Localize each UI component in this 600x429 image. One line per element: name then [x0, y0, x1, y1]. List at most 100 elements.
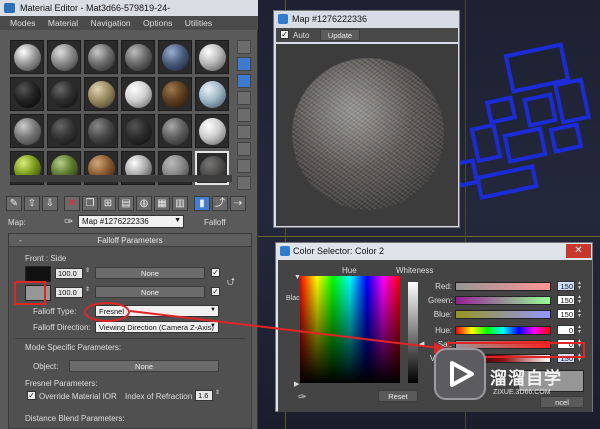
sample-type-button[interactable]	[237, 40, 251, 54]
menu-material[interactable]: Material	[48, 18, 78, 28]
sample-slot[interactable]	[158, 77, 192, 111]
show-shaded-map-icon[interactable]: ▮	[194, 196, 210, 211]
reset-button[interactable]: Reset	[378, 390, 418, 402]
eyedropper-icon[interactable]: ✑	[298, 392, 306, 403]
make-preview-button[interactable]	[237, 125, 251, 139]
spinner-icon[interactable]: ⇕	[215, 389, 220, 396]
background-button[interactable]	[237, 74, 251, 88]
spectrum-marker-icon[interactable]: ▶	[294, 380, 299, 388]
sample-slot[interactable]	[47, 40, 81, 74]
sample-sphere	[162, 44, 189, 71]
eyedropper-icon[interactable]: ✑	[64, 215, 73, 228]
material-navigator-button[interactable]	[237, 176, 251, 190]
close-icon[interactable]: ✕	[566, 244, 591, 258]
spinner-icon[interactable]: ▲ ▼	[577, 281, 583, 291]
sample-slot[interactable]	[84, 114, 118, 148]
go-to-parent-icon[interactable]: ⤴	[212, 196, 228, 211]
go-forward-sibling-icon[interactable]: ⇢	[230, 196, 246, 211]
hue-blackness-spectrum[interactable]	[300, 276, 400, 383]
sample-slot[interactable]	[121, 114, 155, 148]
map-window-titlebar[interactable]: Map #1276222336	[274, 11, 459, 26]
sample-slot[interactable]	[195, 114, 229, 148]
cancel-button[interactable]: ncel	[540, 396, 584, 408]
spinner-icon[interactable]: ▲ ▼	[577, 309, 583, 319]
sample-slot[interactable]	[121, 77, 155, 111]
red-value[interactable]: 150	[557, 281, 575, 291]
spinner-icon[interactable]: ⇕	[85, 286, 90, 293]
spinner-icon[interactable]: ▲ ▼	[577, 295, 583, 305]
sample-slot[interactable]	[84, 40, 118, 74]
uv-tiling-button[interactable]	[237, 91, 251, 105]
sample-slot[interactable]	[158, 114, 192, 148]
blue-slider[interactable]	[455, 310, 551, 319]
rollout-title[interactable]: - Falloff Parameters	[9, 234, 251, 247]
auto-checkbox[interactable]: ✓	[280, 30, 289, 39]
options-button[interactable]	[237, 142, 251, 156]
percent2-field[interactable]: 100.0	[55, 287, 83, 298]
map2-button[interactable]: None	[95, 286, 205, 298]
hue-slider[interactable]	[455, 326, 551, 335]
object-button[interactable]: None	[69, 360, 219, 372]
spinner-icon[interactable]: ⇕	[85, 267, 90, 274]
ior-field[interactable]: 1.6	[195, 390, 213, 401]
green-slider[interactable]	[455, 296, 551, 305]
object-label: Object:	[33, 362, 59, 371]
menu-options[interactable]: Options	[143, 18, 172, 28]
menu-navigation[interactable]: Navigation	[91, 18, 131, 28]
map2-checkbox[interactable]: ✓	[211, 287, 220, 296]
sample-slot[interactable]	[158, 40, 192, 74]
percent1-field[interactable]: 100.0	[55, 268, 83, 279]
material-editor-icon	[4, 3, 15, 13]
show-end-result-icon[interactable]: ▥	[172, 196, 188, 211]
sample-slot[interactable]	[10, 114, 44, 148]
scene-line	[255, 236, 600, 237]
play-icon	[450, 361, 474, 387]
picture-frame	[469, 122, 503, 164]
backlight-button[interactable]	[237, 57, 251, 71]
video-check-button[interactable]	[237, 108, 251, 122]
hue-header: Hue	[342, 266, 357, 275]
make-unique-icon[interactable]: ⊞	[100, 196, 116, 211]
red-slider[interactable]	[455, 282, 551, 291]
map-name-field[interactable]: Map #1276222336 ▼	[78, 215, 184, 228]
get-material-icon[interactable]: ✎	[6, 196, 22, 211]
sample-slot[interactable]	[47, 114, 81, 148]
sample-slot[interactable]	[121, 40, 155, 74]
whiteness-strip[interactable]	[408, 282, 418, 383]
sample-sphere	[51, 81, 78, 108]
reset-map-icon[interactable]: ✕	[64, 196, 80, 211]
slots-scrollbar[interactable]	[10, 175, 232, 182]
color1-swatch[interactable]	[25, 266, 51, 282]
map-type-button[interactable]: Falloff	[204, 218, 226, 227]
whiteness-marker-icon[interactable]: ◀	[419, 340, 424, 348]
sample-slot[interactable]	[84, 77, 118, 111]
green-value[interactable]: 150	[557, 295, 575, 305]
material-editor-titlebar[interactable]: Material Editor - Mat3d66-579819-24-	[0, 0, 258, 16]
select-by-material-button[interactable]	[237, 159, 251, 173]
sample-slot[interactable]	[195, 77, 229, 111]
map1-button[interactable]: None	[95, 267, 205, 279]
override-ior-checkbox[interactable]: ✓	[27, 391, 36, 400]
override-ior-label: Override Material IOR	[39, 392, 117, 401]
put-to-library-icon[interactable]: ▤	[118, 196, 134, 211]
copy-material-icon[interactable]: ❐	[82, 196, 98, 211]
spinner-icon[interactable]: ▲ ▼	[577, 325, 583, 335]
sample-slot[interactable]	[10, 77, 44, 111]
falloff-direction-dropdown[interactable]: Viewing Direction (Camera Z-Axis) ▼	[95, 321, 219, 333]
hue-value[interactable]: 0	[557, 325, 575, 335]
material-id-icon[interactable]: ◍	[136, 196, 152, 211]
put-to-scene-icon[interactable]: ⇧	[24, 196, 40, 211]
sample-slot[interactable]	[10, 40, 44, 74]
menu-modes[interactable]: Modes	[10, 18, 36, 28]
swap-icon[interactable]: ⮍	[227, 275, 235, 292]
update-button[interactable]: Update	[320, 29, 360, 41]
color-selector-titlebar[interactable]: Color Selector: Color 2	[276, 243, 592, 259]
show-map-icon[interactable]: ▦	[154, 196, 170, 211]
map1-checkbox[interactable]: ✓	[211, 268, 220, 277]
blue-value[interactable]: 150	[557, 309, 575, 319]
chevron-down-icon: ▼	[174, 217, 181, 224]
assign-to-selection-icon[interactable]: ⇩	[42, 196, 58, 211]
sample-slot[interactable]	[47, 77, 81, 111]
sample-slot[interactable]	[195, 40, 229, 74]
menu-utilities[interactable]: Utilities	[185, 18, 212, 28]
